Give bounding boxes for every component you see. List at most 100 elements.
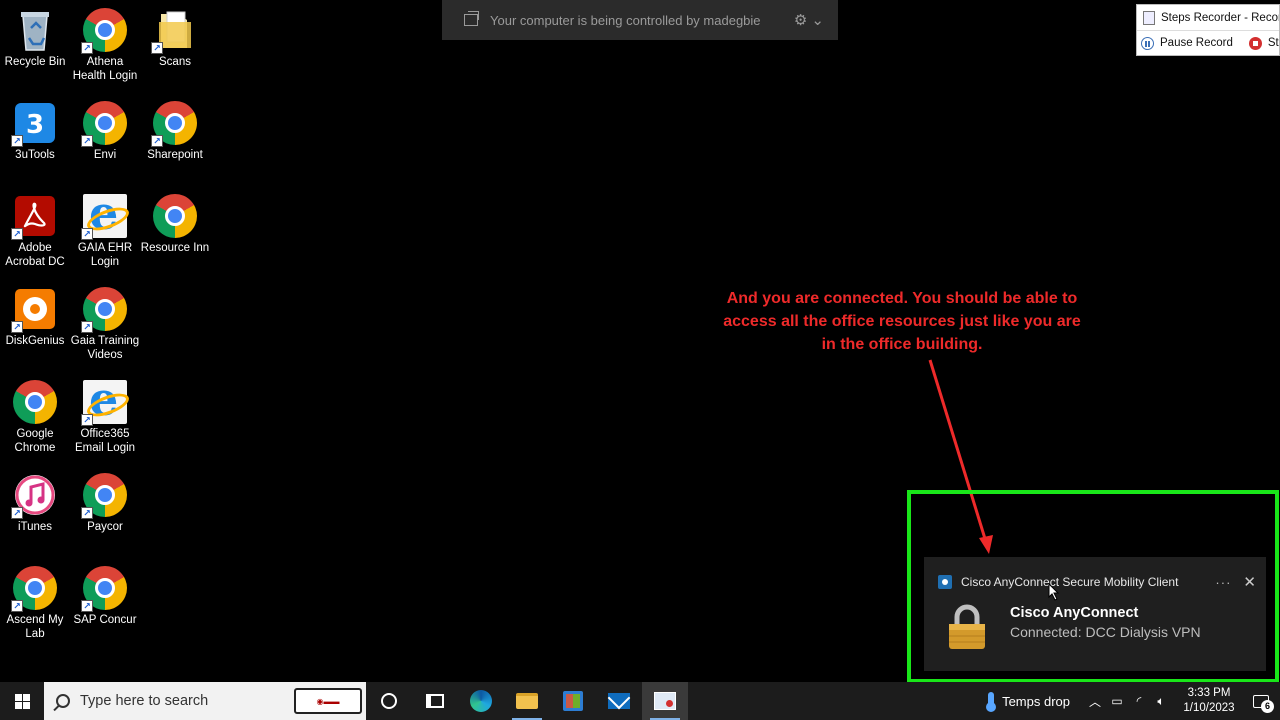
- taskbar-store[interactable]: [550, 682, 596, 720]
- desktop-icon-label: Recycle Bin: [4, 56, 66, 68]
- desktop-icon-label: Ascend My Lab: [6, 614, 64, 640]
- folder-icon: ↗: [151, 8, 197, 54]
- cisco-anyconnect-icon: [938, 575, 952, 589]
- shortcut-arrow-icon: ↗: [81, 42, 93, 54]
- desktop-icon-label: 3uTools: [15, 149, 55, 161]
- windows-logo-icon: [14, 693, 30, 709]
- toast-title: Cisco AnyConnect: [1010, 605, 1139, 621]
- weather-text: Temps drop: [1002, 693, 1070, 709]
- shortcut-arrow-icon: ↗: [11, 135, 23, 147]
- chrome-icon: ↗: [11, 566, 57, 612]
- cortana-button[interactable]: [366, 682, 412, 720]
- taskbar-edge[interactable]: [458, 682, 504, 720]
- desktop-icon-label: iTunes: [17, 521, 53, 533]
- desktop-icon-envi[interactable]: ↗ Envi: [70, 101, 140, 162]
- more-options-icon[interactable]: ···: [1215, 575, 1231, 590]
- steps-recorder-window: Steps Recorder - Record Pause Record Sto…: [1136, 4, 1280, 56]
- toast-body: Connected: DCC Dialysis VPN: [1010, 624, 1201, 640]
- chrome-icon: ↗: [81, 8, 127, 54]
- desktop-icon-label: Scans: [159, 56, 191, 68]
- desktop-icon-label: DiskGenius: [5, 335, 65, 347]
- edge-icon: [470, 690, 492, 712]
- recycle-bin-icon: [13, 8, 57, 52]
- chrome-icon: ↗: [81, 566, 127, 612]
- desktop-icon-label: Sharepoint: [147, 149, 203, 161]
- taskbar-search-box[interactable]: Type here to search ◉▬▬: [44, 682, 366, 720]
- desktop-icon-sharepoint[interactable]: ↗ Sharepoint: [140, 101, 210, 162]
- desktop-icon-diskgenius[interactable]: ↗ DiskGenius: [0, 287, 70, 348]
- microsoft-store-icon: [563, 691, 583, 711]
- mouse-cursor-icon: [1048, 583, 1060, 601]
- notification-count-badge: 6: [1261, 700, 1274, 713]
- shortcut-arrow-icon: ↗: [11, 507, 23, 519]
- pause-record-button[interactable]: Pause Record: [1160, 37, 1233, 49]
- desktop-icon-google-chrome[interactable]: Google Chrome: [0, 380, 70, 455]
- desktop-icon-label: SAP Concur: [73, 614, 137, 626]
- diskgenius-icon: ↗: [11, 287, 57, 333]
- volume-icon[interactable]: 🔈︎: [1150, 694, 1172, 709]
- itunes-icon: ↗: [11, 473, 57, 519]
- vpn-toast-notification[interactable]: Cisco AnyConnect Secure Mobility Client …: [924, 557, 1266, 671]
- desktop-icon-recycle-bin[interactable]: Recycle Bin: [0, 8, 70, 69]
- taskbar-file-explorer[interactable]: [504, 682, 550, 720]
- system-tray: Temps drop ︿ ▭ ◜ 🔈︎ 3:33 PM 1/10/2023 6: [986, 682, 1280, 720]
- weather-widget[interactable]: Temps drop: [986, 692, 1070, 712]
- desktop-icon-label: Paycor: [87, 521, 123, 533]
- desktop-icon-sap-concur[interactable]: ↗ SAP Concur: [70, 566, 140, 627]
- chevron-up-icon[interactable]: ︿: [1084, 693, 1106, 710]
- desktop-icon-resource-inn[interactable]: Resource Inn: [140, 194, 210, 255]
- shortcut-arrow-icon: ↗: [151, 135, 163, 147]
- desktop-icon-label: Athena Health Login: [72, 56, 138, 82]
- desktop-icon-athena-health-login[interactable]: ↗ Athena Health Login: [70, 8, 140, 83]
- file-explorer-icon: [516, 693, 538, 709]
- stop-icon: [1248, 36, 1262, 50]
- internet-explorer-icon: ↗: [81, 372, 127, 426]
- chrome-icon: ↗: [81, 287, 127, 333]
- clock-date: 1/10/2023: [1183, 702, 1235, 714]
- clock-time: 3:33 PM: [1187, 687, 1231, 699]
- close-icon[interactable]: ✕: [1243, 573, 1256, 591]
- desktop-icon-gaia-training-videos[interactable]: ↗ Gaia Training Videos: [70, 287, 140, 362]
- gear-icon[interactable]: ⚙ ⌄: [794, 11, 824, 29]
- desktop-icon-ascend-my-lab[interactable]: ↗ Ascend My Lab: [0, 566, 70, 641]
- chrome-icon: ↗: [81, 473, 127, 519]
- shortcut-arrow-icon: ↗: [81, 321, 93, 333]
- clock[interactable]: 3:33 PM 1/10/2023: [1176, 686, 1242, 716]
- shortcut-arrow-icon: ↗: [11, 228, 23, 240]
- desktop-icon-gaia-ehr-login[interactable]: ↗ GAIA EHR Login: [70, 186, 140, 269]
- restore-window-icon[interactable]: [464, 11, 479, 26]
- shortcut-arrow-icon: ↗: [11, 321, 23, 333]
- internet-explorer-icon: ↗: [81, 186, 127, 240]
- remote-control-banner: Your computer is being controlled by mad…: [442, 0, 838, 40]
- taskbar: Type here to search ◉▬▬ Temps drop ︿ ▭ ◜…: [0, 682, 1280, 720]
- desktop-icon-label: Adobe Acrobat DC: [5, 242, 65, 268]
- desktop-icon-3utools[interactable]: 3 ↗ 3uTools: [0, 101, 70, 162]
- tutorial-annotation: And you are connected. You should be abl…: [723, 290, 1081, 353]
- chrome-icon: [153, 194, 197, 238]
- stop-record-button[interactable]: Stop: [1268, 37, 1279, 49]
- desktop-icon-adobe-acrobat[interactable]: ↗ Adobe Acrobat DC: [0, 194, 70, 269]
- toast-app-name: Cisco AnyConnect Secure Mobility Client: [961, 575, 1179, 589]
- desktop-icon-itunes[interactable]: ↗ iTunes: [0, 473, 70, 534]
- mail-icon: [608, 693, 630, 709]
- steps-recorder-title: Steps Recorder - Record: [1161, 11, 1279, 24]
- notification-center-button[interactable]: 6: [1242, 682, 1280, 720]
- task-view-button[interactable]: [412, 682, 458, 720]
- shortcut-arrow-icon: ↗: [81, 135, 93, 147]
- battery-icon[interactable]: ▭: [1106, 694, 1128, 708]
- desktop-icon-scans[interactable]: ↗ Scans: [140, 8, 210, 69]
- steps-recorder-icon: [1143, 10, 1155, 25]
- taskbar-steps-recorder[interactable]: [642, 682, 688, 720]
- desktop-icon-paycor[interactable]: ↗ Paycor: [70, 473, 140, 534]
- steps-recorder-icon: [654, 692, 676, 710]
- desktop-icon-label: Resource Inn: [140, 242, 210, 254]
- taskbar-mail[interactable]: [596, 682, 642, 720]
- shortcut-arrow-icon: ↗: [81, 228, 93, 240]
- start-button[interactable]: [0, 682, 44, 720]
- search-highlight-logo-icon: ◉▬▬: [294, 688, 362, 714]
- desktop-icon-office365-email-login[interactable]: ↗ Office365 Email Login: [70, 372, 140, 455]
- cortana-icon: [381, 693, 397, 709]
- padlock-icon: [946, 603, 988, 649]
- shortcut-arrow-icon: ↗: [81, 414, 93, 426]
- wifi-icon[interactable]: ◜: [1128, 694, 1150, 708]
